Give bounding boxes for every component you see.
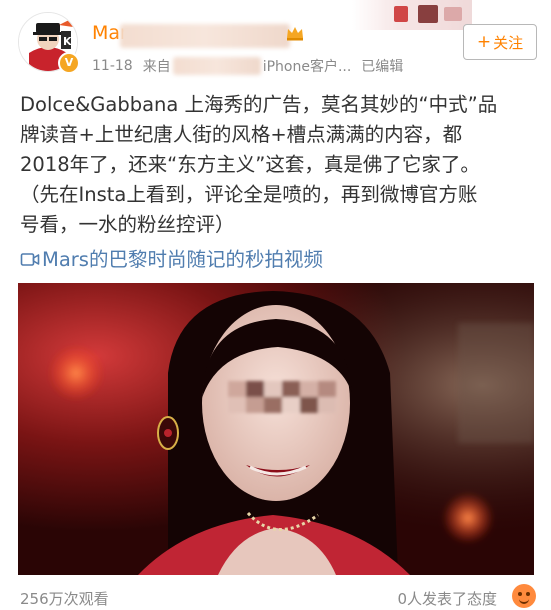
post-text-line: 2018年了，还来“东方主义”这套，真是佛了它家了。	[20, 153, 480, 176]
redacted-source-blur	[172, 57, 261, 75]
video-thumbnail[interactable]	[18, 283, 534, 575]
attitude-count: 0人发表了态度	[397, 590, 497, 608]
view-count: 256万次观看	[20, 590, 109, 608]
post-text-line: （先在Insta上看到，评论全是喷的，再到微博官方账	[20, 183, 478, 206]
follow-button[interactable]: + 关注	[463, 24, 537, 60]
svg-text:K: K	[63, 35, 72, 48]
video-frame-image	[18, 283, 534, 575]
weibo-post: K V Mar 11-18 来自 iPhone客户... 已编辑 + 关注 Dolce…	[0, 0, 551, 610]
post-header: K V Mar 11-18 来自 iPhone客户... 已编辑 + 关注	[0, 0, 551, 86]
redacted-username-blur	[120, 24, 290, 48]
crown-icon	[287, 27, 303, 41]
post-text-line: 号看，一水的粉丝控评）	[20, 213, 235, 236]
post-text-line: 牌读音+上世纪唐人街的风格+槽点满满的内容，都	[20, 123, 463, 146]
edited-label: 已编辑	[361, 59, 404, 75]
reaction-emoji-icon[interactable]	[512, 584, 536, 608]
post-meta: 11-18 来自 iPhone客户... 已编辑	[92, 56, 403, 76]
post-date: 11-18	[92, 58, 133, 74]
face-mosaic	[228, 381, 336, 413]
plus-icon: +	[476, 31, 492, 52]
video-link[interactable]: Mars的巴黎时尚随记的秒拍视频	[20, 245, 323, 275]
source-prefix: 来自	[142, 59, 171, 75]
source-suffix: iPhone客户...	[262, 59, 352, 75]
post-text: Dolce&Gabbana 上海秀的广告，莫名其妙的“中式”品 牌读音+上世纪唐…	[20, 90, 535, 240]
video-link-text: Mars的巴黎时尚随记的秒拍视频	[42, 248, 323, 271]
follow-label: 关注	[493, 33, 524, 52]
decorative-header-banner	[352, 0, 472, 30]
post-text-line: Dolce&Gabbana 上海秀的广告，莫名其妙的“中式”品	[20, 93, 498, 116]
video-icon	[20, 253, 40, 266]
avatar-container[interactable]: K V	[18, 12, 80, 74]
verified-badge-icon: V	[58, 52, 80, 74]
